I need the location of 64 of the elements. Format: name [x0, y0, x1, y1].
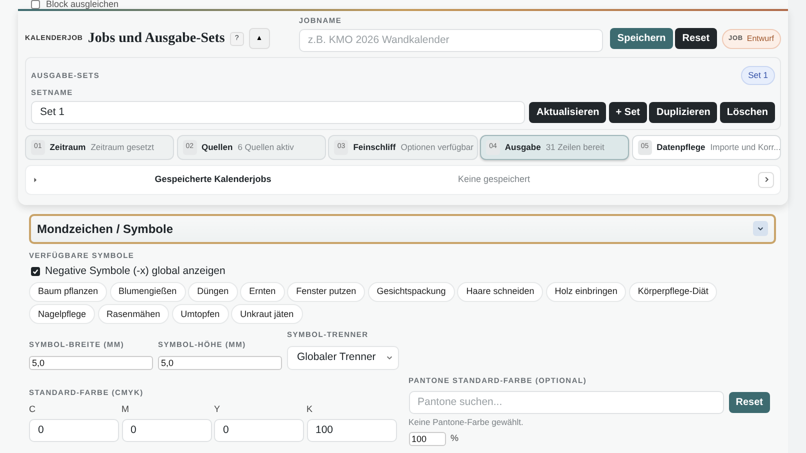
separator-select[interactable]: Globaler Trenner	[287, 346, 399, 370]
delete-button[interactable]: Löschen	[720, 102, 775, 123]
symbol-chip[interactable]: Düngen	[188, 282, 238, 302]
reset-button[interactable]: Reset	[728, 392, 770, 413]
symbol-chip[interactable]: Fenster putzen	[287, 282, 366, 302]
reset-button[interactable]: Reset	[675, 28, 717, 50]
chevron-right-icon	[762, 176, 770, 184]
symbol-chip[interactable]: Haare schneiden	[457, 282, 544, 302]
channel-label: Y	[214, 402, 222, 416]
unit-label: %	[450, 432, 459, 445]
step-title: Quellen	[202, 140, 233, 154]
step-status: Optionen verfügbar	[400, 140, 474, 154]
update-button[interactable]: Aktualisieren	[529, 102, 606, 123]
step-title: Ausgabe	[504, 140, 541, 154]
symbol-chip[interactable]: Holz einbringen	[546, 282, 626, 302]
expand-toggle[interactable]	[753, 221, 768, 236]
symbol-chip[interactable]: Rasenmähen	[98, 304, 170, 324]
step-status: Zeitraum gesetzt	[90, 140, 154, 154]
step-status: Importe und Korr...	[710, 140, 780, 154]
number-field[interactable]: 5,0	[158, 356, 282, 370]
chevron-down-icon	[386, 354, 393, 361]
next-button[interactable]	[758, 172, 774, 188]
status-badge-value: Entwurf	[746, 32, 774, 45]
save-button[interactable]: Speichern	[610, 28, 673, 50]
channel-label: C	[29, 402, 36, 416]
number-field[interactable]: 0	[214, 418, 304, 442]
channel-label: K	[306, 402, 314, 416]
symbol-chip[interactable]: Umtopfen	[172, 304, 229, 324]
number-field[interactable]: 0	[122, 418, 212, 442]
channel-label: M	[122, 402, 130, 416]
step-title: Zeitraum	[50, 140, 86, 154]
jobname-field[interactable]: z.B. KMO 2026 Wandkalender	[298, 28, 603, 52]
saved-jobs-status: Keine gespeichert	[458, 173, 530, 186]
saved-jobs-title: Gespeicherte Kalenderjobs	[154, 173, 272, 186]
duplicate-button[interactable]: Duplizieren	[649, 102, 718, 123]
step-status: 31 Zeilen bereit	[546, 140, 604, 154]
symbol-chip[interactable]: Gesichtspackung	[368, 282, 455, 302]
percent-field[interactable]: 100	[408, 432, 446, 446]
number-field[interactable]: 5,0	[29, 356, 153, 370]
checkbox-label: Block ausgleichen	[46, 0, 119, 9]
section-header[interactable]: Mondzeichen / Symbole	[29, 214, 776, 244]
number-field[interactable]: 0	[29, 418, 119, 442]
pantone-note: Keine Pantone-Farbe gewählt.	[408, 416, 524, 429]
step-status: 6 Quellen aktiv	[238, 140, 294, 154]
checkbox[interactable]	[31, 0, 40, 9]
number-field[interactable]: 100	[306, 418, 396, 442]
checkbox[interactable]	[31, 266, 40, 276]
pantone-search-field[interactable]: Pantone suchen...	[408, 390, 724, 414]
symbol-chip[interactable]: Ernten	[240, 282, 285, 302]
step-title: Datenpflege	[656, 140, 706, 154]
setname-field[interactable]: Set 1	[31, 100, 525, 124]
symbol-chip[interactable]: Körperpflege-Diät	[628, 282, 718, 302]
section-title: Mondzeichen / Symbole	[37, 220, 174, 238]
symbol-chip[interactable]: Baum pflanzen	[29, 282, 108, 302]
symbol-chip[interactable]: Unkraut jäten	[231, 304, 303, 324]
add-set-button[interactable]: + Set	[608, 102, 647, 123]
caret-icon[interactable]	[32, 176, 38, 183]
step-title: Feinschliff	[353, 140, 396, 154]
symbol-chip[interactable]: Nagelpflege	[29, 304, 96, 324]
chevron-down-icon	[757, 225, 764, 232]
active-set-badge: Set 1	[741, 66, 775, 84]
symbol-chip[interactable]: Blumengießen	[110, 282, 186, 302]
checkbox-label: Negative Symbole (-x) global anzeigen	[45, 264, 226, 278]
panel-title: Jobs und Ausgabe-Sets	[88, 30, 225, 48]
